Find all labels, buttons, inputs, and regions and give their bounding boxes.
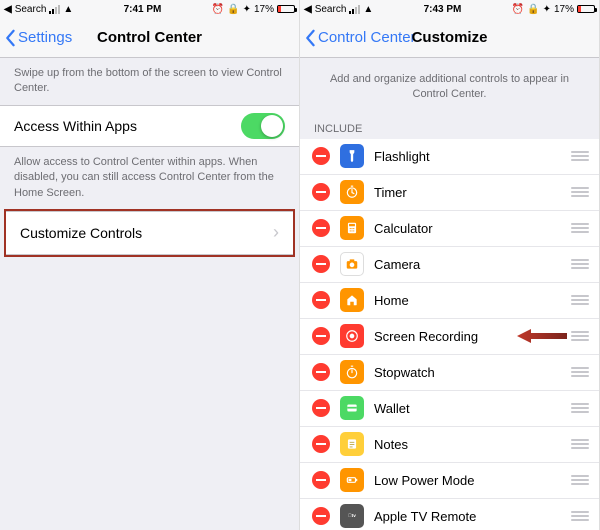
back-label: Control Center xyxy=(318,29,416,46)
remove-button[interactable] xyxy=(312,399,330,417)
orientation-lock-icon: 🔒 xyxy=(527,4,539,15)
customize-controls-row[interactable]: Customize Controls › xyxy=(6,212,293,254)
reorder-handle[interactable] xyxy=(571,475,589,485)
include-row: Stopwatch xyxy=(300,355,599,391)
flashlight-icon xyxy=(340,144,364,168)
screen-customize: ◀ Search ▲ 7:43 PM ⏰ 🔒 ✦ 17% Control Cen… xyxy=(300,0,600,530)
status-search[interactable]: Search xyxy=(15,4,47,15)
row-label: Flashlight xyxy=(374,149,571,164)
chevron-left-icon xyxy=(304,29,316,47)
include-row: Flashlight xyxy=(300,139,599,175)
status-time: 7:41 PM xyxy=(124,4,162,15)
include-row: Low Power Mode xyxy=(300,463,599,499)
row-label: Calculator xyxy=(374,221,571,236)
wallet-icon xyxy=(340,396,364,420)
remove-button[interactable] xyxy=(312,147,330,165)
access-label: Access Within Apps xyxy=(14,118,241,134)
customize-label: Customize Controls xyxy=(20,225,273,241)
customize-highlight: Customize Controls › xyxy=(4,209,295,257)
wifi-icon: ▲ xyxy=(63,4,73,15)
reorder-handle[interactable] xyxy=(571,403,589,413)
battery-pct: 17% xyxy=(554,4,574,15)
orientation-lock-icon: 🔒 xyxy=(227,4,239,15)
include-row: Wallet xyxy=(300,391,599,427)
battery-icon xyxy=(577,5,595,13)
reorder-handle[interactable] xyxy=(571,511,589,521)
bluetooth-icon: ✦ xyxy=(543,4,551,15)
alarm-icon: ⏰ xyxy=(212,4,224,15)
reorder-handle[interactable] xyxy=(571,367,589,377)
back-button[interactable]: Settings xyxy=(0,29,72,47)
screen-control-center: ◀ Search ▲ 7:41 PM ⏰ 🔒 ✦ 17% Settings Co… xyxy=(0,0,300,530)
row-label: Low Power Mode xyxy=(374,473,571,488)
reorder-handle[interactable] xyxy=(571,151,589,161)
timer-icon xyxy=(340,180,364,204)
back-to-search-icon[interactable]: ◀ xyxy=(4,4,12,15)
back-to-search-icon[interactable]: ◀ xyxy=(304,4,312,15)
remove-button[interactable] xyxy=(312,327,330,345)
battery-icon xyxy=(277,5,295,13)
signal-icon xyxy=(349,5,360,14)
reorder-handle[interactable] xyxy=(571,259,589,269)
include-row: Home xyxy=(300,283,599,319)
status-time: 7:43 PM xyxy=(424,4,462,15)
row-label: Notes xyxy=(374,437,571,452)
include-row: Screen Recording xyxy=(300,319,599,355)
chevron-right-icon: › xyxy=(273,222,279,243)
remote-icon xyxy=(340,504,364,528)
chevron-left-icon xyxy=(4,29,16,47)
row-label: Wallet xyxy=(374,401,571,416)
wifi-icon: ▲ xyxy=(363,4,373,15)
include-row: Camera xyxy=(300,247,599,283)
signal-icon xyxy=(49,5,60,14)
remove-button[interactable] xyxy=(312,291,330,309)
calculator-icon xyxy=(340,216,364,240)
access-toggle[interactable] xyxy=(241,113,285,139)
back-button[interactable]: Control Center xyxy=(300,29,416,47)
include-header: Include xyxy=(300,117,599,139)
remove-button[interactable] xyxy=(312,219,330,237)
access-within-apps-row: Access Within Apps xyxy=(0,106,299,146)
status-bar: ◀ Search ▲ 7:41 PM ⏰ 🔒 ✦ 17% xyxy=(0,0,299,18)
record-icon xyxy=(340,324,364,348)
home-icon xyxy=(340,288,364,312)
reorder-handle[interactable] xyxy=(571,223,589,233)
remove-button[interactable] xyxy=(312,363,330,381)
include-row: Timer xyxy=(300,175,599,211)
nav-bar: Control Center Customize xyxy=(300,18,599,58)
remove-button[interactable] xyxy=(312,507,330,525)
reorder-handle[interactable] xyxy=(571,187,589,197)
row-label: Screen Recording xyxy=(374,329,571,344)
include-row: Apple TV Remote xyxy=(300,499,599,530)
reorder-handle[interactable] xyxy=(571,331,589,341)
bluetooth-icon: ✦ xyxy=(243,4,251,15)
status-search[interactable]: Search xyxy=(315,4,347,15)
battery-icon xyxy=(340,468,364,492)
reorder-handle[interactable] xyxy=(571,439,589,449)
row-label: Camera xyxy=(374,257,571,272)
nav-bar: Settings Control Center xyxy=(0,18,299,58)
row-label: Home xyxy=(374,293,571,308)
row-label: Timer xyxy=(374,185,571,200)
camera-icon xyxy=(340,252,364,276)
remove-button[interactable] xyxy=(312,255,330,273)
access-note: Allow access to Control Center within ap… xyxy=(0,147,299,209)
remove-button[interactable] xyxy=(312,435,330,453)
intro-note: Add and organize additional controls to … xyxy=(300,58,599,117)
stopwatch-icon xyxy=(340,360,364,384)
include-list: Flashlight Timer Calculator Camera Home Scree… xyxy=(300,139,599,530)
row-label: Stopwatch xyxy=(374,365,571,380)
remove-button[interactable] xyxy=(312,183,330,201)
notes-icon xyxy=(340,432,364,456)
remove-button[interactable] xyxy=(312,471,330,489)
alarm-icon: ⏰ xyxy=(512,4,524,15)
include-row: Calculator xyxy=(300,211,599,247)
battery-pct: 17% xyxy=(254,4,274,15)
back-label: Settings xyxy=(18,29,72,46)
reorder-handle[interactable] xyxy=(571,295,589,305)
include-row: Notes xyxy=(300,427,599,463)
intro-note: Swipe up from the bottom of the screen t… xyxy=(0,58,299,105)
row-label: Apple TV Remote xyxy=(374,509,571,524)
status-bar: ◀ Search ▲ 7:43 PM ⏰ 🔒 ✦ 17% xyxy=(300,0,599,18)
